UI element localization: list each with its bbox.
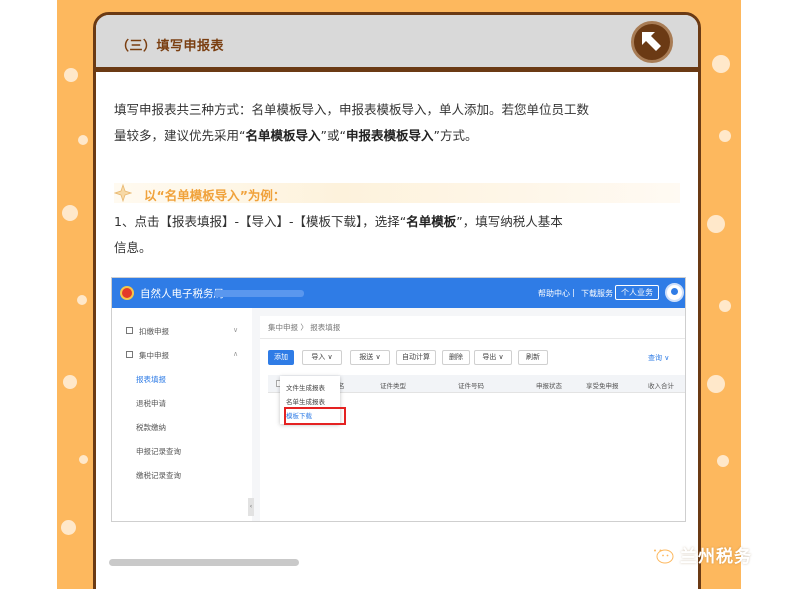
intro-bold-method-2: 申报表模板导入 [345,128,434,143]
decorative-dot [64,68,78,82]
menu-item-list-generate[interactable]: 名单生成报表 [286,396,325,406]
help-center-link[interactable]: 帮助中心 [538,288,570,299]
sparkle-icon [114,184,132,202]
delete-button[interactable]: 删除 [442,350,470,365]
decorative-dot [79,455,88,464]
query-button[interactable]: 查询 ∨ [648,353,669,363]
intro-line-2: 量较多，建议优先采用“名单模板导入”或“申报表模板导入”方式。 [114,123,690,149]
refresh-button[interactable]: 刷新 [518,350,548,365]
intro-bold-method-1: 名单模板导入 [245,128,321,143]
watermark-text: 兰州税务 [680,546,752,567]
subheading-text: 以“名单模板导入”为例： [144,188,286,203]
step-1-line-2: 信息。 [114,240,152,255]
decorative-dot [707,375,725,393]
sidebar-icon [126,351,133,358]
sidebar-item-withholding[interactable]: 扣缴申报 [139,326,169,337]
back-button[interactable] [631,21,673,63]
portal-sidebar: 扣缴申报 ∨ 集中申报 ∧ 报表填报 退税申请 税款缴纳 申报记录查询 缴税记录… [112,308,254,521]
column-header: 证件类型 [380,382,406,390]
chevron-up-icon: ∧ [233,350,239,358]
decorative-dot [712,55,730,73]
auto-calc-button[interactable]: 自动计算 [396,350,436,365]
sidebar-item-report-fill[interactable]: 报表填报 [136,374,166,385]
chevron-down-icon: ∨ [233,326,239,334]
section-title: （三）填写申报表 [116,39,225,54]
blurred-region [214,290,304,297]
highlight-box [284,407,346,425]
step-text: ”，填写纳税人基本 [456,214,563,229]
example-subheading: 以“名单模板导入”为例： [114,183,680,203]
tax-emblem-icon [120,286,134,300]
sidebar-item-filing-records[interactable]: 申报记录查询 [136,446,181,457]
personal-business-button[interactable]: 个人业务 [615,285,659,300]
sidebar-collapse-handle[interactable]: ‹ [248,498,254,516]
decorative-dot [77,295,87,305]
step-1-line-1: 1、点击【报表填报】-【导入】-【模板下载】，选择“名单模板”，填写纳税人基本 [114,209,690,235]
sidebar-item-payment-records[interactable]: 缴税记录查询 [136,470,181,481]
portal-title: 自然人电子税务局 [140,288,224,300]
menu-item-file-generate[interactable]: 文件生成报表 [286,382,325,392]
download-service-link[interactable]: 下载服务 [581,288,613,299]
step-text: 1、点击【报表填报】-【导入】-【模板下载】，选择“ [114,214,407,229]
intro-text: 量较多，建议优先采用“ [114,128,246,143]
decorative-dot [62,205,78,221]
decorative-dot [717,455,729,467]
arrow-up-left-icon [642,32,661,51]
sidebar-item-payment[interactable]: 税款缴纳 [136,422,166,433]
sidebar-icon [126,327,133,334]
sidebar-item-refund[interactable]: 退税申请 [136,398,166,409]
divider [260,338,685,339]
decorative-dot [61,520,76,535]
watermark: 兰州税务 [648,541,752,567]
export-button[interactable]: 导出 ∨ [474,350,512,365]
decorative-dot [63,375,77,389]
breadcrumb: 集中申报 〉 报表填报 [268,323,341,332]
intro-text: ”方式。 [433,128,478,143]
sidebar-item-bulk-filing[interactable]: 集中申报 [139,350,169,361]
wechat-icon [649,544,674,564]
section-header: （三）填写申报表 [96,15,698,72]
column-header: 收入合计 [648,382,674,390]
horizontal-scrollbar[interactable] [109,559,299,566]
decorative-dot [78,135,88,145]
decorative-dot [707,215,725,233]
intro-text: ”或“ [320,128,346,143]
decorative-dot [719,300,731,312]
import-button[interactable]: 导入 ∨ [302,350,342,365]
embedded-screenshot: 自然人电子税务局 帮助中心 | 下载服务 个人业务 扣缴申报 ∨ 集中申报 ∧ … [111,277,686,522]
column-header: 享受免申报 [586,382,619,390]
intro-line-1: 填写申报表共三种方式：名单模板导入，申报表模板导入，单人添加。若您单位员工数 [114,102,590,117]
column-header: 证件号码 [458,382,484,390]
submit-button[interactable]: 报送 ∨ [350,350,390,365]
header-separator: | [572,288,575,297]
decorative-dot [719,130,731,142]
step-1-paragraph: 1、点击【报表填报】-【导入】-【模板下载】，选择“名单模板”，填写纳税人基本 … [114,209,690,261]
step-bold-template: 名单模板 [406,214,457,229]
column-header: 申报状态 [536,382,562,390]
portal-header: 自然人电子税务局 帮助中心 | 下载服务 个人业务 [112,278,685,308]
add-button[interactable]: 添加 [268,350,294,365]
intro-paragraph: 填写申报表共三种方式：名单模板导入，申报表模板导入，单人添加。若您单位员工数 量… [114,97,690,149]
avatar[interactable] [665,283,684,302]
article-card: （三）填写申报表 填写申报表共三种方式：名单模板导入，申报表模板导入，单人添加。… [93,12,701,589]
